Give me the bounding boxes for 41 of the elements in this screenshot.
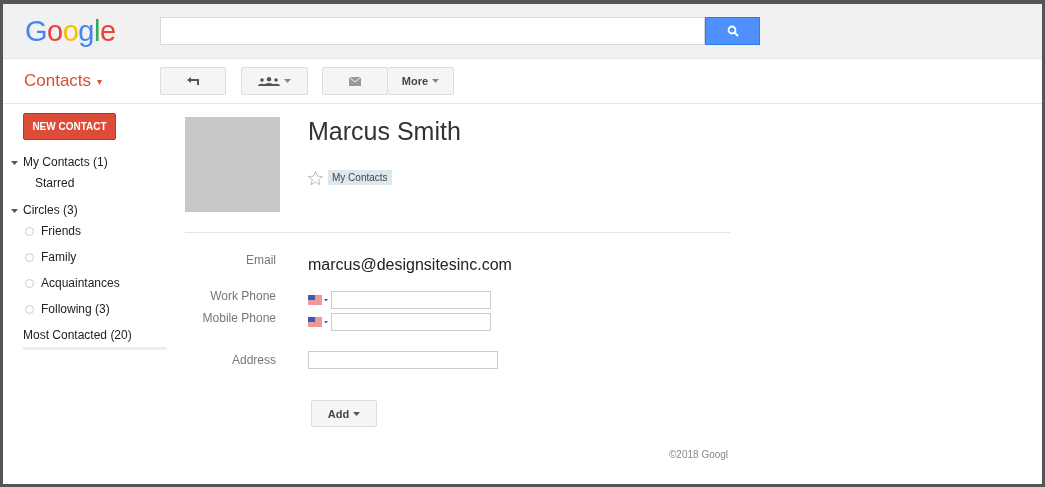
copyright-text: ©2018 Googl: [669, 449, 729, 460]
expand-caret-icon[interactable]: [11, 158, 18, 166]
contacts-menu[interactable]: Contacts: [24, 71, 92, 91]
sidebar-item[interactable]: Acquaintances: [41, 276, 120, 290]
address-field[interactable]: [308, 351, 498, 369]
back-arrow-icon: [186, 77, 200, 85]
field-label: Work Phone: [209, 289, 276, 305]
search-icon: [726, 25, 739, 37]
sidebar-item[interactable]: Most Contacted (20): [23, 328, 132, 342]
sidebar-item[interactable]: Following (3): [41, 302, 110, 316]
sidebar-group[interactable]: Circles (3): [23, 203, 78, 217]
people-icon: [258, 76, 280, 86]
back-button[interactable]: [160, 67, 226, 95]
field-label: Address: [230, 352, 276, 369]
search-button[interactable]: [705, 17, 760, 45]
phone-field[interactable]: [331, 291, 491, 309]
field-label: Email: [245, 253, 276, 269]
search-field[interactable]: [160, 17, 705, 45]
envelope-icon: [349, 76, 361, 86]
sidebar-group[interactable]: My Contacts (1): [23, 155, 108, 169]
new-contact-button[interactable]: NEW CONTACT: [23, 113, 116, 140]
sidebar-item[interactable]: Family: [41, 250, 77, 264]
email-value: marcus@designsitesinc.com: [308, 256, 512, 274]
caret-icon: [284, 79, 291, 83]
flag-icon[interactable]: [308, 295, 328, 305]
star-icon[interactable]: [308, 170, 323, 185]
email-button[interactable]: [322, 67, 388, 95]
sidebar-item[interactable]: Starred: [35, 176, 75, 190]
sidebar-item[interactable]: Friends: [41, 224, 81, 238]
contact-name: Marcus Smith: [308, 117, 461, 146]
phone-field[interactable]: [331, 313, 491, 331]
group-tag[interactable]: My Contacts: [328, 170, 392, 185]
add-button[interactable]: Add: [311, 400, 377, 427]
caret-icon: [353, 411, 361, 416]
field-label: Mobile Phone: [201, 311, 276, 327]
caret-icon: ▾: [97, 75, 103, 87]
caret-icon: [432, 79, 440, 83]
group-button[interactable]: [241, 67, 308, 95]
flag-icon[interactable]: [308, 317, 328, 327]
expand-caret-icon[interactable]: [11, 206, 18, 214]
more-button[interactable]: More: [388, 67, 454, 95]
